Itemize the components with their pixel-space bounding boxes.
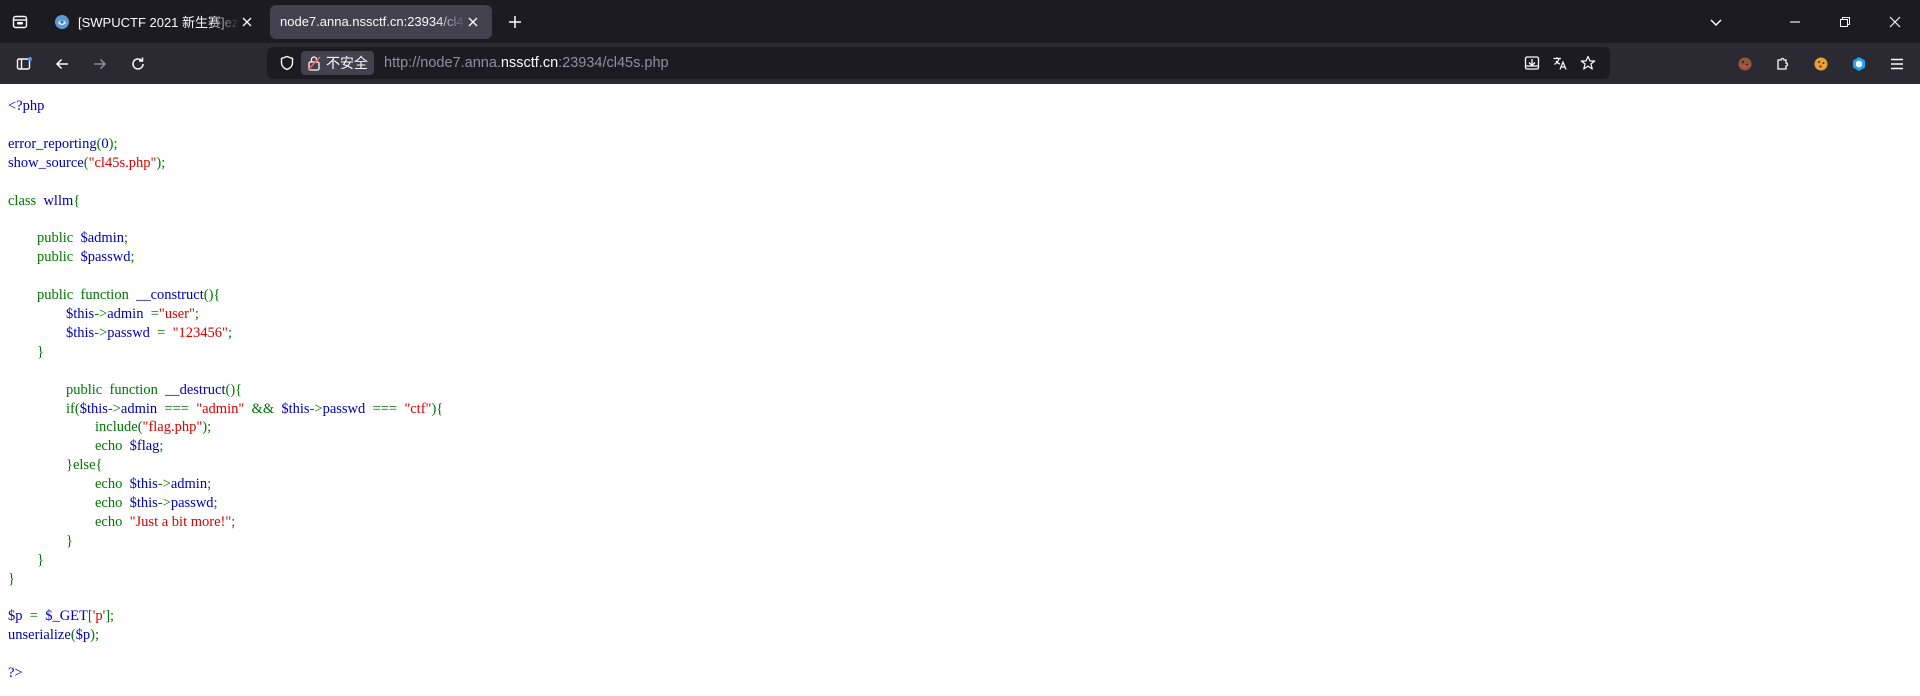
php-open-tag: <?php [8, 98, 45, 114]
url-text[interactable]: http://node7.anna.nssctf.cn:23934/cl45s.… [384, 55, 669, 71]
navigation-toolbar: 不安全 http://node7.anna.nssctf.cn:23934/cl… [0, 43, 1920, 84]
tab-close-icon[interactable] [464, 13, 482, 31]
toolbar-extensions [1726, 43, 1920, 84]
ctf-site-favicon-icon [55, 14, 69, 29]
bookmark-star-button[interactable] [1574, 47, 1602, 79]
translate-button[interactable] [1546, 47, 1574, 79]
list-all-tabs-button[interactable] [1696, 0, 1736, 43]
extension-hackbar-button[interactable] [1802, 43, 1840, 84]
extension-cookie-button[interactable] [1726, 43, 1764, 84]
url-subdomain: node7.anna. [420, 55, 501, 71]
tab-close-icon[interactable] [238, 13, 256, 31]
class-keyword: class [8, 192, 37, 209]
url-scheme: http:// [384, 55, 421, 71]
restore-button[interactable] [1820, 0, 1870, 43]
class-name: wllm [43, 192, 74, 209]
tab-ctf-challenge[interactable]: [SWPUCTF 2021 新生赛]ez_unserialize [44, 4, 266, 39]
minimize-icon [1790, 20, 1800, 23]
install-page-button[interactable] [1518, 47, 1546, 79]
page-content: <?php error_reporting(0); show_source("c… [0, 84, 1920, 696]
sidebar-icon [16, 56, 32, 70]
extensions-button[interactable] [1764, 43, 1802, 84]
address-bar-actions [1518, 47, 1602, 79]
tracking-protection-button[interactable] [273, 47, 301, 79]
php-source-code: <?php error_reporting(0); show_source("c… [8, 98, 444, 682]
security-label: 不安全 [326, 55, 368, 71]
shield-icon [280, 55, 294, 71]
sidebar-button[interactable] [8, 48, 40, 80]
app-menu-button[interactable] [1878, 43, 1916, 84]
cookie-icon [1814, 57, 1828, 70]
php-close-tag: ?> [8, 665, 23, 682]
reload-button[interactable] [122, 48, 154, 80]
arrow-left-icon [55, 58, 68, 69]
hexagon-cube-icon [1853, 56, 1865, 71]
tab-current-page[interactable]: node7.anna.nssctf.cn:23934/cl45s.php [270, 4, 492, 39]
fn-error-reporting: error_reporting [8, 135, 97, 152]
close-window-button[interactable] [1870, 0, 1920, 43]
connection-not-secure-badge[interactable]: 不安全 [301, 51, 374, 75]
extension-proxy-button[interactable] [1840, 43, 1878, 84]
browser-chrome: [SWPUCTF 2021 新生赛]ez_unserialize node7.a… [0, 0, 1920, 84]
plus-icon [509, 15, 521, 28]
arrow-right-icon [94, 58, 107, 69]
hamburger-menu-icon [1891, 58, 1903, 69]
fn-show-source: show_source [8, 154, 84, 171]
minimize-button[interactable] [1770, 0, 1820, 43]
tab-bar: [SWPUCTF 2021 新生赛]ez_unserialize node7.a… [0, 0, 1920, 43]
translate-icon [1553, 57, 1567, 70]
new-tab-button[interactable] [498, 5, 532, 39]
window-controls [1696, 0, 1920, 43]
url-path: :23934/cl45s.php [558, 55, 669, 71]
firefox-view-button[interactable] [0, 0, 40, 43]
download-tray-icon [1524, 56, 1540, 70]
reload-icon [132, 57, 144, 70]
firefox-view-icon [12, 15, 28, 28]
star-icon [1580, 55, 1596, 70]
address-bar[interactable]: 不安全 http://node7.anna.nssctf.cn:23934/cl… [267, 47, 1610, 79]
cookie-extension-icon [1738, 57, 1752, 70]
fn-construct: __construct [136, 287, 204, 304]
chevron-down-icon [1710, 18, 1722, 26]
puzzle-icon [1777, 57, 1789, 70]
restore-icon [1840, 16, 1850, 27]
url-domain: nssctf.cn [500, 55, 559, 71]
forward-button[interactable] [84, 48, 116, 80]
close-icon [1889, 16, 1901, 27]
insecure-lock-icon [307, 56, 321, 71]
fn-destruct: __destruct [165, 381, 226, 398]
fn-unserialize: unserialize [8, 627, 71, 644]
back-button[interactable] [46, 48, 78, 80]
